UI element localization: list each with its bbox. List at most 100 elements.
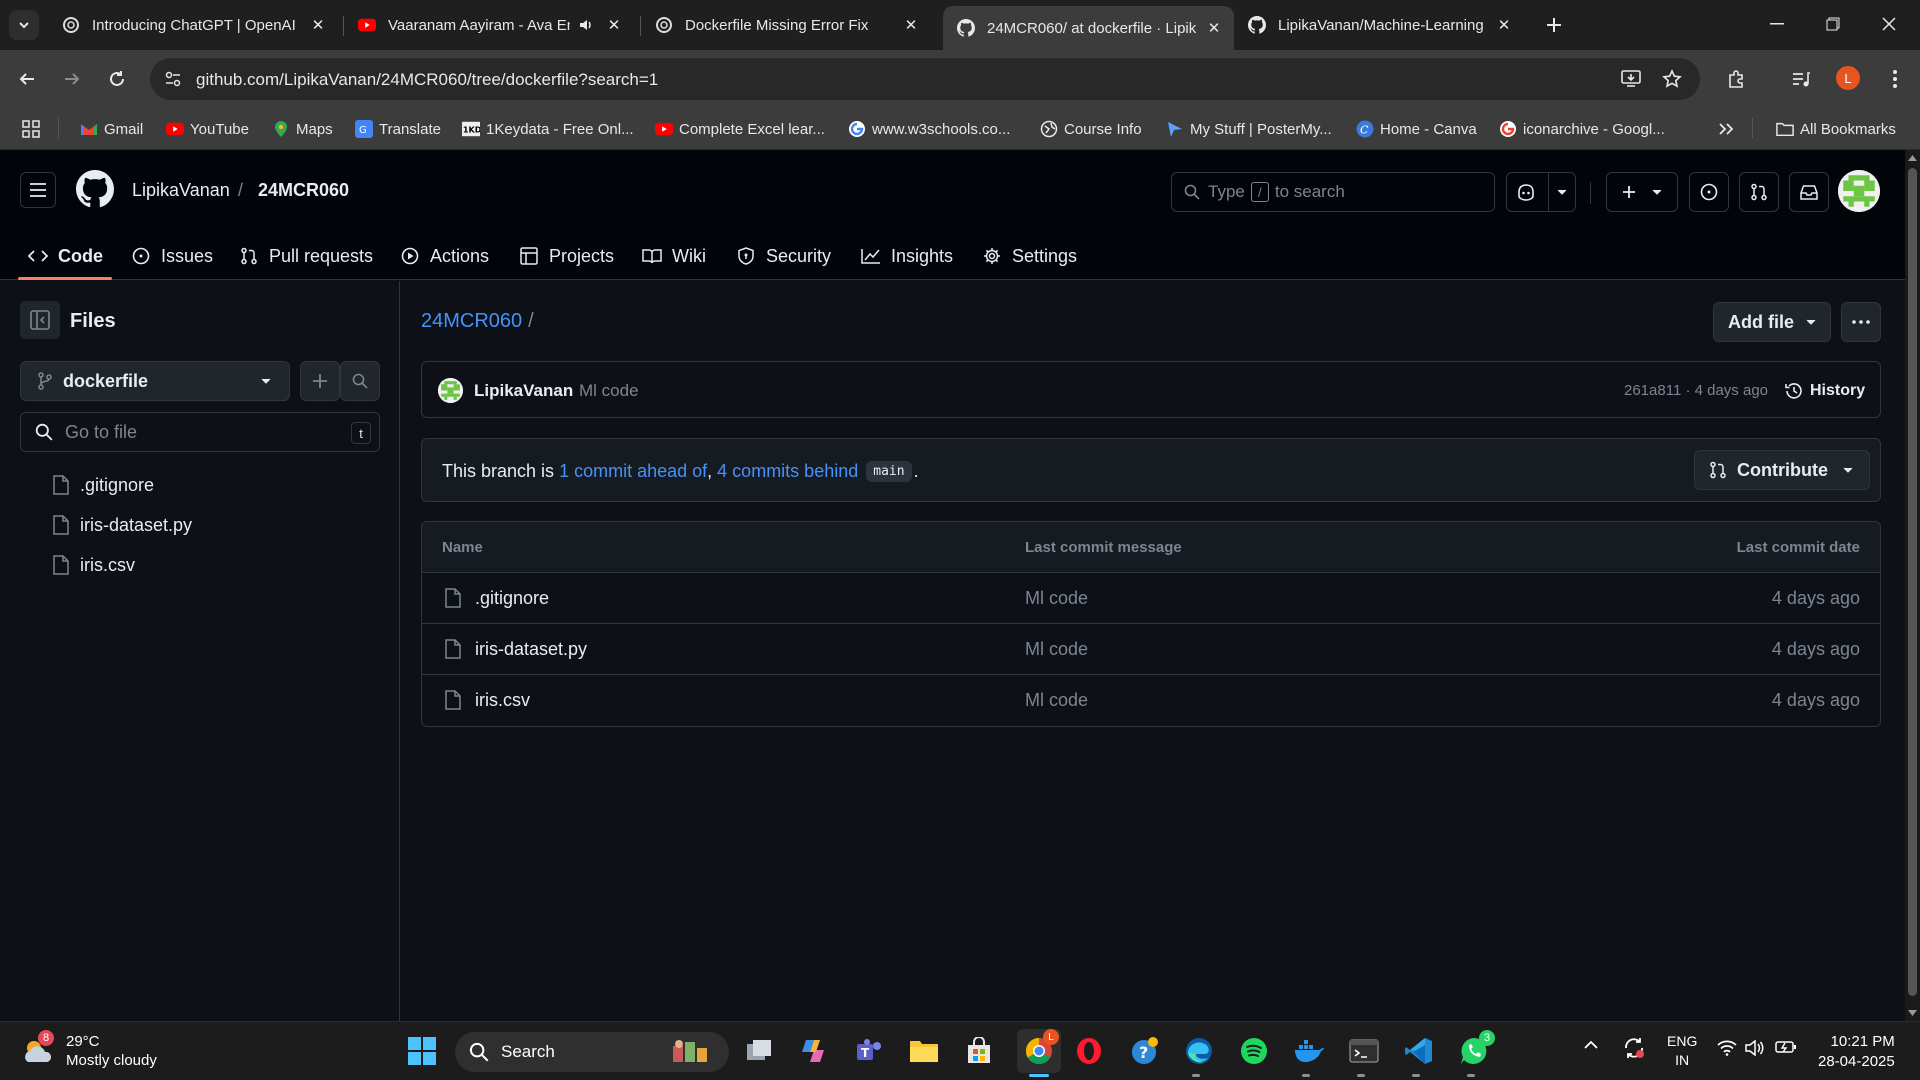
add-file-button[interactable]: Add file: [1713, 302, 1831, 342]
sidebar-file-item[interactable]: .gitignore: [50, 472, 154, 498]
docker-icon[interactable]: [1292, 1034, 1326, 1068]
forward-button[interactable]: [57, 64, 87, 94]
scrollbar-thumb[interactable]: [1908, 168, 1917, 996]
tab-issues[interactable]: Issues: [131, 240, 213, 272]
file-name-link[interactable]: .gitignore: [475, 588, 549, 609]
history-button[interactable]: History: [1784, 379, 1865, 403]
bookmark-1keydata[interactable]: 1KD 1Keydata - Free Onl...: [462, 118, 634, 140]
apps-grid-icon[interactable]: [22, 118, 40, 140]
tab-settings[interactable]: Settings: [982, 240, 1077, 272]
browser-tab-active[interactable]: 24MCR060/ at dockerfile · Lipik ✕: [943, 6, 1234, 50]
terminal-icon[interactable]: [1347, 1034, 1381, 1068]
site-info-icon[interactable]: [160, 66, 186, 92]
bookmark-iconarchive[interactable]: iconarchive - Googl...: [1499, 118, 1665, 140]
commit-hash-time[interactable]: 261a811 · 4 days ago: [1624, 382, 1768, 399]
back-button[interactable]: [12, 64, 42, 94]
more-bookmarks-icon[interactable]: [1718, 118, 1734, 140]
close-icon[interactable]: ✕: [604, 15, 624, 35]
copilot-app-icon[interactable]: [797, 1034, 831, 1068]
bookmark-postermy[interactable]: My Stuff | PosterMy...: [1166, 118, 1332, 140]
system-clock[interactable]: 10:21 PM 28-04-2025: [1818, 1032, 1895, 1072]
weather-widget[interactable]: 8 29°C Mostly cloudy: [20, 1030, 157, 1070]
go-to-file-input[interactable]: Go to file t: [20, 412, 380, 452]
commit-author-avatar[interactable]: [438, 378, 463, 403]
repo-name-link[interactable]: 24MCR060: [258, 180, 349, 201]
close-icon[interactable]: ✕: [901, 15, 921, 35]
bookmark-gmail[interactable]: Gmail: [80, 118, 143, 140]
more-options-button[interactable]: [1841, 302, 1881, 342]
close-icon[interactable]: ✕: [1494, 15, 1514, 35]
new-tab-button[interactable]: [1540, 11, 1568, 39]
microsoft-store-icon[interactable]: [962, 1034, 996, 1068]
battery-icon[interactable]: [1775, 1040, 1797, 1054]
commit-message-link[interactable]: Ml code: [1025, 588, 1088, 609]
file-name-link[interactable]: iris-dataset.py: [475, 639, 587, 660]
profile-avatar[interactable]: L: [1836, 66, 1860, 90]
commits-ahead-link[interactable]: 1 commit ahead of: [559, 461, 707, 482]
tab-insights[interactable]: Insights: [861, 240, 953, 272]
github-logo-icon[interactable]: [76, 170, 114, 208]
create-new-button[interactable]: [1606, 172, 1678, 212]
commits-behind-link[interactable]: 4 commits behind: [717, 461, 858, 482]
branch-selector[interactable]: dockerfile: [20, 361, 290, 401]
contribute-button[interactable]: Contribute: [1694, 450, 1870, 490]
browser-tab[interactable]: Introducing ChatGPT | OpenAI ✕: [48, 8, 338, 42]
close-icon[interactable]: ✕: [1204, 18, 1224, 38]
wifi-icon[interactable]: [1717, 1040, 1737, 1056]
url-text[interactable]: github.com/LipikaVanan/24MCR060/tree/doc…: [196, 70, 658, 90]
menu-button[interactable]: [20, 172, 56, 208]
all-bookmarks-button[interactable]: All Bookmarks: [1776, 118, 1896, 140]
spotify-icon[interactable]: [1237, 1034, 1271, 1068]
bookmark-youtube[interactable]: YouTube: [166, 118, 249, 140]
commit-message-link[interactable]: Ml code: [579, 381, 639, 401]
breadcrumb-repo-link[interactable]: 24MCR060: [421, 310, 522, 332]
bookmark-star-icon[interactable]: [1660, 67, 1684, 91]
browser-tab[interactable]: Dockerfile Missing Error Fix ✕: [641, 8, 931, 42]
vscode-icon[interactable]: [1402, 1034, 1436, 1068]
inbox-button[interactable]: [1789, 172, 1829, 212]
tab-pull-requests[interactable]: Pull requests: [239, 240, 373, 272]
commit-message-link[interactable]: Ml code: [1025, 639, 1088, 660]
user-avatar[interactable]: [1838, 170, 1880, 212]
tray-overflow-icon[interactable]: [1583, 1040, 1599, 1050]
commit-message-link[interactable]: Ml code: [1025, 690, 1088, 711]
search-input[interactable]: Type / to search: [1171, 172, 1495, 212]
task-view-icon[interactable]: [742, 1034, 776, 1068]
speaker-icon[interactable]: [576, 15, 596, 35]
table-row[interactable]: iris.csv Ml code 4 days ago: [422, 675, 1880, 726]
sidebar-file-item[interactable]: iris.csv: [50, 552, 135, 578]
browser-tab[interactable]: LipikaVanan/Machine-Learning ✕: [1234, 8, 1524, 42]
browser-tab[interactable]: Vaaranam Aayiram - Ava En ✕: [344, 8, 634, 42]
sync-icon[interactable]: [1622, 1036, 1646, 1060]
bookmark-canva[interactable]: C Home - Canva: [1356, 118, 1477, 140]
bookmark-w3schools[interactable]: www.w3schools.co...: [848, 118, 1010, 140]
start-button[interactable]: [405, 1034, 439, 1068]
pull-requests-button[interactable]: [1739, 172, 1779, 212]
reload-button[interactable]: [102, 64, 132, 94]
volume-icon[interactable]: [1745, 1040, 1765, 1056]
tab-projects[interactable]: Projects: [519, 240, 614, 272]
copilot-button[interactable]: [1506, 172, 1576, 212]
file-explorer-icon[interactable]: [907, 1034, 941, 1068]
media-controls-icon[interactable]: [1786, 64, 1816, 94]
edge-icon[interactable]: [1182, 1034, 1216, 1068]
table-row[interactable]: iris-dataset.py Ml code 4 days ago: [422, 624, 1880, 675]
taskbar-search[interactable]: Search: [455, 1032, 729, 1072]
bookmark-excel[interactable]: Complete Excel lear...: [655, 118, 825, 140]
tab-code[interactable]: Code: [28, 240, 103, 272]
help-app-icon[interactable]: ?: [1127, 1034, 1161, 1068]
sidebar-file-item[interactable]: iris-dataset.py: [50, 512, 192, 538]
tab-wiki[interactable]: Wiki: [642, 240, 706, 272]
table-row[interactable]: .gitignore Ml code 4 days ago: [422, 573, 1880, 624]
collapse-sidebar-button[interactable]: [20, 301, 60, 339]
teams-icon[interactable]: T: [852, 1034, 886, 1068]
page-scrollbar[interactable]: [1905, 150, 1920, 1021]
bookmark-course-info[interactable]: Course Info: [1040, 118, 1142, 140]
opera-icon[interactable]: [1072, 1034, 1106, 1068]
whatsapp-icon[interactable]: 3: [1457, 1030, 1495, 1068]
tab-actions[interactable]: Actions: [400, 240, 489, 272]
restore-button[interactable]: [1821, 12, 1845, 36]
commit-author-link[interactable]: LipikaVanan: [474, 381, 573, 401]
tab-search-button[interactable]: [9, 10, 39, 40]
browser-menu-icon[interactable]: [1880, 64, 1910, 94]
